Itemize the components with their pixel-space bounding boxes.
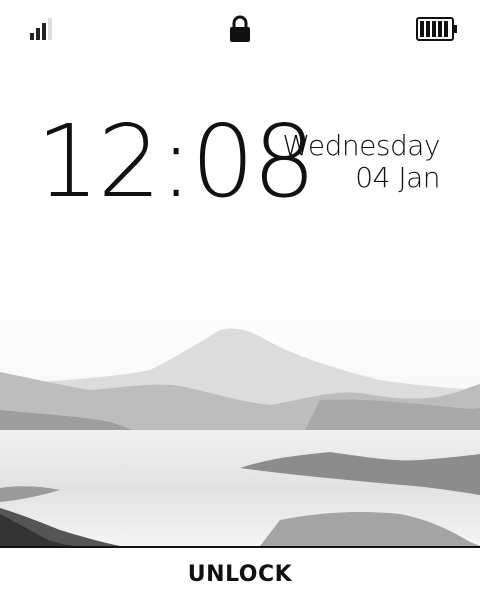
wallpaper-landscape (0, 290, 480, 546)
status-bar (0, 0, 480, 60)
lock-icon (230, 15, 250, 42)
battery-icon (416, 17, 457, 41)
signal-icon (30, 18, 52, 40)
unlock-button[interactable]: UNLOCK (0, 562, 480, 587)
clock-time: 12:08 (36, 103, 316, 220)
date-display: Wednesday 04 Jan (282, 130, 440, 194)
weekday: Wednesday (282, 129, 440, 162)
day-month: 04 Jan (355, 161, 440, 194)
bottom-bar: UNLOCK (0, 546, 480, 600)
